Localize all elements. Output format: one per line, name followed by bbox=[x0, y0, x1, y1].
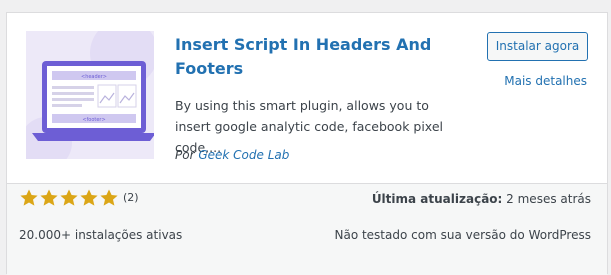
last-updated: Última atualização: 2 meses atrás bbox=[372, 190, 591, 208]
rating-count-link[interactable]: (2) bbox=[123, 188, 139, 208]
more-details-link[interactable]: Mais detalhes bbox=[504, 72, 587, 90]
laptop-webpage-icon: <header> <footer> bbox=[26, 31, 154, 159]
plugin-title[interactable]: Insert Script In Headers And Footers bbox=[175, 33, 455, 81]
last-updated-label: Última atualização: bbox=[371, 192, 503, 206]
thumb-footer-label: <footer> bbox=[82, 117, 105, 123]
install-now-button[interactable]: Instalar agora bbox=[487, 32, 588, 61]
star-filled-icon bbox=[40, 189, 58, 206]
plugin-thumbnail[interactable]: <header> <footer> bbox=[26, 31, 154, 159]
active-installs: 20.000+ instalações ativas bbox=[19, 228, 183, 242]
author-link[interactable]: Geek Code Lab bbox=[198, 148, 289, 162]
plugin-card-top: <header> <footer> Insert Script In Heade… bbox=[7, 13, 607, 184]
thumb-header-label: <header> bbox=[81, 74, 107, 80]
star-filled-icon bbox=[100, 189, 118, 206]
star-filled-icon bbox=[60, 189, 78, 206]
star-rating: (2) bbox=[19, 187, 139, 209]
plugin-author: Por Geek Code Lab bbox=[175, 146, 289, 164]
last-updated-value: 2 meses atrás bbox=[506, 192, 591, 206]
star-filled-icon bbox=[80, 189, 98, 206]
author-prefix: Por bbox=[175, 148, 195, 162]
star-filled-icon bbox=[20, 189, 38, 206]
compatibility-notice: Não testado com sua versão do WordPress bbox=[334, 228, 591, 242]
